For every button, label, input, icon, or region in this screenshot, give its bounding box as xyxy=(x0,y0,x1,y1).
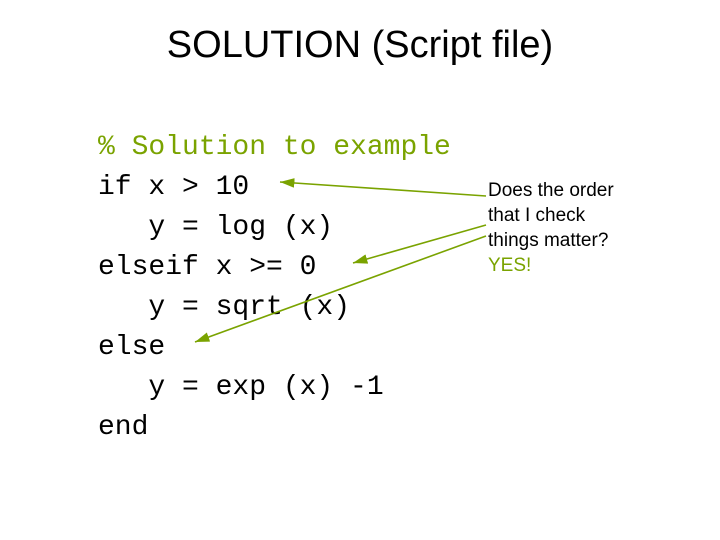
annotation-line3: things matter? xyxy=(488,230,608,251)
annotation-yes: YES! xyxy=(488,255,531,276)
code-comment: % Solution to example xyxy=(98,132,451,163)
code-line-else: else xyxy=(98,332,165,363)
code-line-exp: y = exp (x) -1 xyxy=(98,372,384,403)
code-line-log: y = log (x) xyxy=(98,212,333,243)
annotation-line1: Does the order xyxy=(488,180,614,201)
code-line-elseif: elseif x >= 0 xyxy=(98,252,316,283)
annotation-text: Does the order that I check things matte… xyxy=(488,178,673,278)
code-line-if: if x > 10 xyxy=(98,172,249,203)
annotation-line2: that I check xyxy=(488,205,585,226)
code-block: % Solution to example if x > 10 y = log … xyxy=(98,128,451,448)
code-line-end: end xyxy=(98,412,148,443)
code-line-sqrt: y = sqrt (x) xyxy=(98,292,350,323)
slide-title: SOLUTION (Script file) xyxy=(0,24,720,67)
